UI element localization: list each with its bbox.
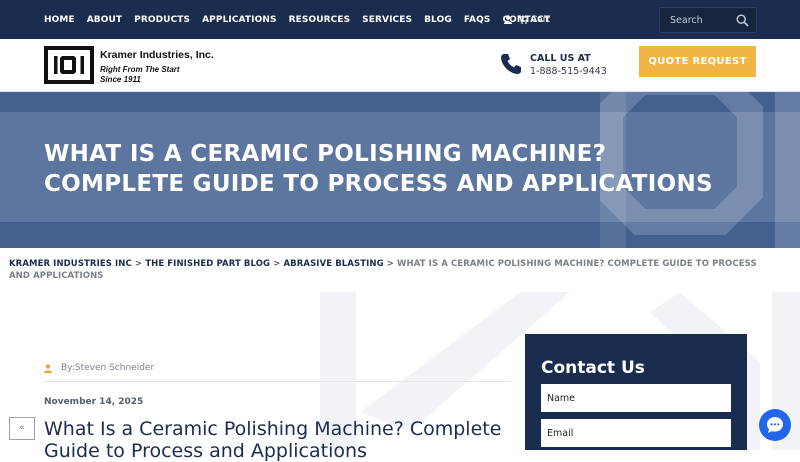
phone-icon bbox=[501, 54, 521, 74]
company-since: Since 1911 bbox=[100, 75, 141, 84]
article-author: By:Steven Schneider bbox=[44, 363, 154, 373]
nav-blog[interactable]: BLOG bbox=[424, 15, 452, 25]
cart-icon bbox=[518, 15, 528, 24]
breadcrumb-separator: > bbox=[273, 259, 281, 269]
page-title-line1: WHAT IS A CERAMIC POLISHING MACHINE? bbox=[44, 141, 607, 167]
company-name: Kramer Industries, Inc. bbox=[100, 49, 214, 61]
main-nav: HOME ABOUT PRODUCTS APPLICATIONS RESOURC… bbox=[44, 0, 562, 39]
nav-services[interactable]: SERVICES bbox=[362, 15, 412, 25]
page-title-line2: COMPLETE GUIDE TO PROCESS AND APPLICATIO… bbox=[44, 171, 713, 197]
chat-icon bbox=[767, 417, 783, 433]
email-field[interactable] bbox=[541, 419, 731, 447]
nav-resources[interactable]: RESOURCES bbox=[289, 15, 351, 25]
search-box bbox=[659, 7, 757, 33]
page-title: WHAT IS A CERAMIC POLISHING MACHINE? COM… bbox=[44, 139, 764, 199]
contact-form: Contact Us bbox=[525, 334, 747, 450]
breadcrumb-category[interactable]: ABRASIVE BLASTING bbox=[284, 259, 384, 269]
nav-faqs[interactable]: FAQS bbox=[464, 15, 491, 25]
breadcrumb-separator: > bbox=[134, 259, 143, 269]
breadcrumb-separator: > bbox=[386, 259, 394, 269]
cart-link[interactable]: Cart bbox=[504, 0, 550, 39]
breadcrumb: KRAMER INDUSTRIES INC > THE FINISHED PAR… bbox=[9, 258, 769, 282]
contact-heading: Contact Us bbox=[541, 358, 645, 378]
top-nav-bar: HOME ABOUT PRODUCTS APPLICATIONS RESOURC… bbox=[0, 0, 800, 39]
breadcrumb-blog[interactable]: THE FINISHED PART BLOG bbox=[145, 259, 270, 269]
site-header: Kramer Industries, Inc. Right From The S… bbox=[0, 39, 800, 92]
nav-products[interactable]: PRODUCTS bbox=[134, 15, 190, 25]
quote-request-button[interactable]: QUOTE REQUEST bbox=[639, 46, 756, 77]
search-icon[interactable] bbox=[736, 14, 749, 27]
author-name: By:Steven Schneider bbox=[61, 363, 155, 373]
name-field[interactable] bbox=[541, 384, 731, 412]
article-date: November 14, 2025 bbox=[44, 397, 144, 407]
nav-applications[interactable]: APPLICATIONS bbox=[202, 15, 276, 25]
logo-text: Kramer Industries, Inc. Right From The S… bbox=[100, 49, 214, 84]
scroll-to-top-button[interactable]: « bbox=[9, 417, 35, 440]
author-icon bbox=[44, 363, 52, 373]
hero-banner: WHAT IS A CERAMIC POLISHING MACHINE? COM… bbox=[0, 92, 800, 248]
call-label: CALL US AT bbox=[530, 53, 591, 64]
article-divider bbox=[44, 381, 510, 382]
company-tagline: Right From The Start bbox=[100, 65, 180, 74]
nav-home[interactable]: HOME bbox=[44, 15, 75, 25]
user-icon[interactable] bbox=[504, 15, 512, 24]
article-title: What Is a Ceramic Polishing Machine? Com… bbox=[44, 418, 502, 462]
breadcrumb-home[interactable]: KRAMER INDUSTRIES INC bbox=[9, 259, 132, 269]
logo-mark-icon bbox=[54, 56, 84, 74]
call-us: CALL US AT 1-888-515-9443 bbox=[530, 53, 607, 77]
phone-number[interactable]: 1-888-515-9443 bbox=[530, 66, 607, 77]
chat-button[interactable] bbox=[759, 409, 791, 441]
search-input[interactable] bbox=[670, 8, 730, 32]
cart-label: Cart bbox=[531, 14, 551, 25]
company-logo[interactable] bbox=[44, 46, 94, 84]
nav-about[interactable]: ABOUT bbox=[87, 15, 122, 25]
